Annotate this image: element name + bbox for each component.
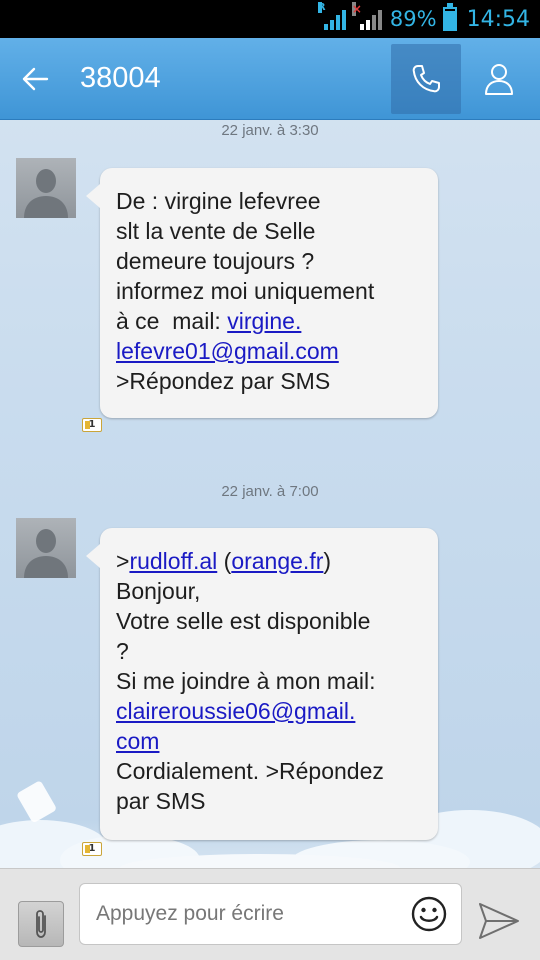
message-line: ? [116, 638, 129, 664]
message-line: slt la vente de Selle [116, 218, 316, 244]
paperclip-icon [36, 910, 46, 938]
message-input[interactable]: Appuyez pour écrire [79, 883, 462, 945]
back-button[interactable] [0, 38, 70, 120]
message-line: à ce mail: virgine. [116, 306, 426, 336]
web-link[interactable]: orange.fr [231, 548, 323, 574]
battery-icon [442, 3, 457, 31]
message-timestamp: 22 janv. à 7:00 [221, 483, 319, 500]
message-input-placeholder: Appuyez pour écrire [96, 902, 284, 925]
action-bar: 38004 [0, 38, 540, 120]
default-avatar-icon [24, 529, 68, 578]
battery-percent: 89% [389, 7, 437, 31]
message-line: demeure toujours ? [116, 248, 315, 274]
message-line: Bonjour, [116, 578, 201, 604]
message-line: Votre selle est disponible [116, 608, 371, 634]
avatar[interactable] [16, 518, 76, 578]
send-icon[interactable] [476, 898, 522, 944]
message-text: > [116, 548, 130, 574]
clock: 14:54 [466, 6, 530, 32]
conversation-title: 38004 [80, 62, 161, 94]
message-line: De : virgine lefevree [116, 188, 321, 214]
email-link[interactable]: com [116, 728, 159, 754]
message-line: lefevre01@gmail.com [116, 336, 426, 366]
status-bar: R × 89% 14:54 [0, 0, 540, 38]
message-line: Cordialement. >Répondez [116, 758, 384, 784]
email-link[interactable]: lefevre01@gmail.com [116, 338, 339, 364]
message-line: >rudloff.al (orange.fr) [116, 546, 426, 576]
back-arrow-icon [22, 67, 49, 90]
message-line: Si me joindre à mon mail: [116, 668, 376, 694]
message-bubble[interactable]: >rudloff.al (orange.fr) Bonjour, Votre s… [86, 528, 438, 840]
smiley-icon[interactable] [410, 895, 448, 933]
call-button[interactable] [391, 44, 461, 114]
person-icon [485, 64, 513, 95]
sim-badge-icon: 1 [82, 842, 102, 856]
message-text: ) [323, 548, 332, 574]
message-line: par SMS [116, 788, 206, 814]
email-link[interactable]: rudloff.al [129, 548, 217, 574]
email-link[interactable]: virgine. [227, 308, 301, 334]
composer-bar: Appuyez pour écrire [0, 868, 540, 960]
phone-icon [412, 65, 440, 93]
signal-noservice-icon: × [351, 2, 382, 30]
avatar[interactable] [16, 158, 76, 218]
message-timestamp: 22 janv. à 3:30 [221, 122, 319, 139]
message-line: informez moi uniquement [116, 278, 375, 304]
message-line: com [116, 726, 426, 756]
message-text: à ce mail: [116, 308, 228, 334]
signal-roaming-icon: R [317, 2, 346, 30]
email-link[interactable]: claireroussie06@gmail. [116, 698, 355, 724]
message-line: >Répondez par SMS [116, 368, 331, 394]
default-avatar-icon [24, 169, 68, 218]
sim-badge-icon: 1 [82, 418, 102, 432]
attach-button[interactable] [18, 901, 64, 947]
contact-button[interactable] [466, 44, 532, 114]
message-bubble[interactable]: De : virgine lefevree slt la vente de Se… [86, 168, 438, 418]
message-line: claireroussie06@gmail. [116, 696, 426, 726]
message-text: ( [217, 548, 232, 574]
